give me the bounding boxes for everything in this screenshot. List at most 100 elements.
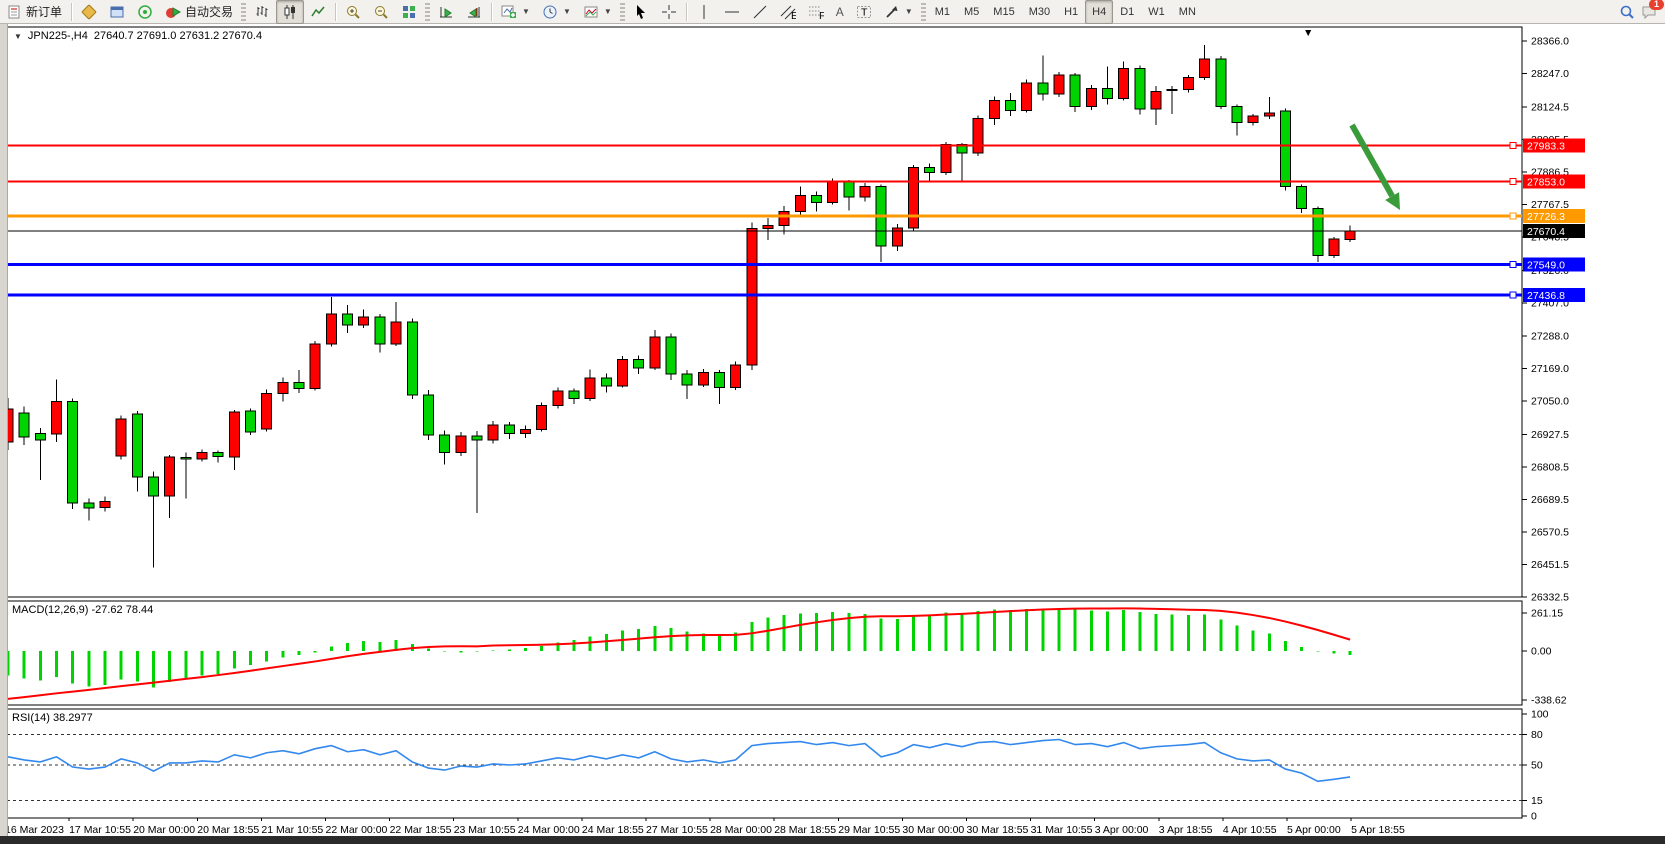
auto-scroll-button[interactable] [432, 0, 460, 24]
market-watch-button[interactable] [103, 0, 131, 24]
toolbar-grip[interactable] [921, 3, 926, 21]
trendline-button[interactable] [746, 0, 774, 24]
timeframe-h1[interactable]: H1 [1057, 0, 1085, 24]
timeframe-m15[interactable]: M15 [986, 0, 1021, 24]
dropdown-caret: ▼ [522, 7, 530, 16]
clock-icon [542, 4, 558, 20]
vertical-line-button[interactable] [690, 0, 718, 24]
auto-trading-button[interactable]: 自动交易 [159, 0, 239, 24]
candle-body [35, 434, 45, 441]
time-axis[interactable]: 16 Mar 202317 Mar 10:5520 Mar 00:0020 Ma… [5, 818, 1405, 836]
timeframe-mn[interactable]: MN [1172, 0, 1203, 24]
auto-trading-icon [165, 4, 181, 20]
timeframe-m5[interactable]: M5 [957, 0, 986, 24]
svg-text:27983.3: 27983.3 [1527, 141, 1565, 153]
symbol-marker-icon: ▼ [14, 32, 22, 41]
toolbar-separator [71, 3, 72, 21]
svg-text:28247.0: 28247.0 [1531, 68, 1569, 80]
svg-text:5 Apr 18:55: 5 Apr 18:55 [1351, 824, 1405, 836]
candlestick-chart-button[interactable] [276, 0, 304, 24]
svg-text:27436.8: 27436.8 [1527, 290, 1565, 302]
svg-text:31 Mar 10:55: 31 Mar 10:55 [1031, 824, 1093, 836]
line-chart-button[interactable] [304, 0, 332, 24]
svg-text:E: E [791, 10, 796, 20]
text-label-button[interactable]: T [850, 0, 878, 24]
svg-text:21 Mar 10:55: 21 Mar 10:55 [261, 824, 323, 836]
chart-shift-button[interactable] [460, 0, 488, 24]
svg-text:26808.5: 26808.5 [1531, 461, 1569, 473]
timeframe-h4[interactable]: H4 [1085, 0, 1113, 24]
candle-body [714, 373, 724, 388]
svg-text:27 Mar 10:55: 27 Mar 10:55 [646, 824, 708, 836]
timeframe-w1[interactable]: W1 [1141, 0, 1172, 24]
channel-button[interactable]: E [774, 0, 802, 24]
auto-trading-label: 自动交易 [185, 3, 233, 20]
toolbar-grip[interactable] [620, 3, 625, 21]
rsi-indicator-label: RSI(14) 38.2977 [12, 712, 93, 724]
rsi-pane[interactable] [7, 709, 1522, 818]
crosshair-button[interactable] [655, 0, 683, 24]
cursor-button[interactable] [627, 0, 655, 24]
candle-body [1264, 113, 1274, 116]
candle-body [1070, 75, 1080, 106]
svg-text:16 Mar 2023: 16 Mar 2023 [5, 824, 64, 836]
new-chart-dropdown[interactable]: ▼ [495, 0, 536, 24]
signals-button[interactable] [131, 0, 159, 24]
candle-body [165, 457, 175, 496]
timeframe-m30[interactable]: M30 [1022, 0, 1057, 24]
bar-chart-icon [254, 4, 270, 20]
candle-body [828, 182, 838, 203]
candle-body [1329, 239, 1339, 255]
timeframe-d1[interactable]: D1 [1113, 0, 1141, 24]
notifications-button[interactable]: 1 [1641, 4, 1657, 20]
signals-icon [137, 4, 153, 20]
svg-text:27670.4: 27670.4 [1527, 226, 1565, 238]
svg-text:F: F [819, 10, 824, 20]
svg-text:4 Apr 10:55: 4 Apr 10:55 [1223, 824, 1277, 836]
template-icon [583, 4, 599, 20]
zoom-out-button[interactable] [367, 0, 395, 24]
period-dropdown[interactable]: ▼ [536, 0, 577, 24]
candle-body [1200, 59, 1210, 78]
toolbar-grip[interactable] [425, 3, 430, 21]
template-dropdown[interactable]: ▼ [577, 0, 618, 24]
bar-chart-button[interactable] [248, 0, 276, 24]
main-pane[interactable] [7, 27, 1522, 597]
svg-text:27169.0: 27169.0 [1531, 363, 1569, 375]
candle-body [488, 425, 498, 440]
svg-text:5 Apr 00:00: 5 Apr 00:00 [1287, 824, 1341, 836]
candle-body [1038, 83, 1048, 94]
candle-body [326, 314, 336, 344]
horizontal-line-button[interactable] [718, 0, 746, 24]
price-axis[interactable]: 28366.028247.028124.528005.527886.527767… [1522, 36, 1569, 604]
chart-canvas[interactable]: 28366.028247.028124.528005.527886.527767… [0, 24, 1665, 836]
new-order-icon [6, 4, 22, 20]
svg-text:0: 0 [1531, 811, 1537, 823]
chart-window[interactable]: 28366.028247.028124.528005.527886.527767… [0, 24, 1665, 836]
svg-text:20 Mar 18:55: 20 Mar 18:55 [197, 824, 259, 836]
zoom-out-icon [373, 4, 389, 20]
candle-body [989, 100, 999, 118]
ohlc-values: 27640.7 27691.0 27631.2 27670.4 [94, 30, 262, 42]
fibonacci-button[interactable]: F [802, 0, 830, 24]
candle-body [456, 436, 466, 452]
zoom-in-icon [345, 4, 361, 20]
line-chart-icon [310, 4, 326, 20]
candle-body [440, 435, 450, 452]
shift-marker-icon: ▼ [1303, 27, 1313, 39]
toolbar-grip[interactable] [241, 3, 246, 21]
candle-body [925, 168, 935, 173]
zoom-in-button[interactable] [339, 0, 367, 24]
shapes-dropdown[interactable]: ▼ [878, 0, 919, 24]
text-button[interactable]: A [830, 0, 850, 24]
new-order-button[interactable]: 新订单 [0, 0, 68, 24]
svg-text:28366.0: 28366.0 [1531, 36, 1569, 48]
candle-body [1103, 88, 1113, 98]
candle-body [650, 337, 660, 368]
candle-body [537, 405, 547, 429]
timeframe-m1[interactable]: M1 [928, 0, 957, 24]
charts-button[interactable] [75, 0, 103, 24]
search-icon[interactable] [1619, 4, 1635, 20]
candle-body [763, 225, 773, 228]
tile-windows-button[interactable] [395, 0, 423, 24]
